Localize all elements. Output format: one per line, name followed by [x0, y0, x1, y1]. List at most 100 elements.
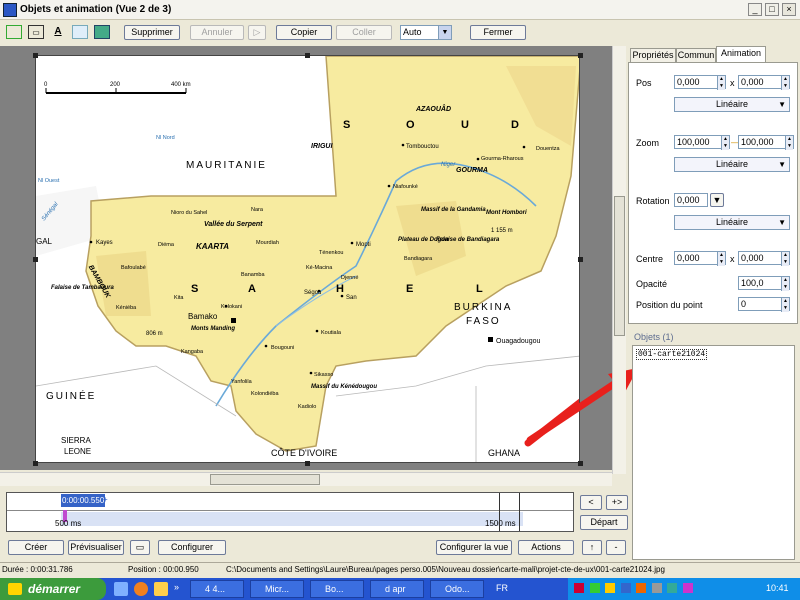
zoom-x-field[interactable]: 100,000 ▲ ▼: [674, 135, 730, 150]
undo-button[interactable]: Annuler: [190, 25, 244, 40]
configure-button[interactable]: Configurer: [158, 540, 226, 555]
spinner-icon[interactable]: ▲ ▼: [781, 277, 789, 291]
quicklaunch-icon[interactable]: [154, 582, 168, 596]
layout-icon[interactable]: ▭: [130, 540, 150, 555]
resize-handle[interactable]: [305, 53, 310, 58]
taskbar-item[interactable]: Odo...: [430, 580, 484, 598]
horizontal-scrollbar[interactable]: [0, 472, 612, 486]
text-tool-icon[interactable]: A: [50, 25, 66, 39]
rotation-interpolation-select[interactable]: Linéaire ▼: [674, 215, 790, 230]
rectangle-tool-icon[interactable]: [72, 25, 88, 39]
tray-icons[interactable]: [574, 583, 724, 595]
pos-x-field[interactable]: 0,000 ▲ ▼: [674, 75, 726, 90]
objects-list[interactable]: 001-carte21024: [632, 345, 795, 560]
taskbar-item[interactable]: Micr...: [250, 580, 304, 598]
map-label-yanfolila: Yanfolila: [231, 379, 253, 385]
tray-app-icon[interactable]: [636, 583, 647, 593]
actions-button[interactable]: Actions: [518, 540, 574, 555]
timeline-track[interactable]: [61, 512, 523, 526]
resize-handle[interactable]: [578, 257, 583, 262]
centre-y-field[interactable]: 0,000 ▲ ▼: [738, 251, 790, 266]
point-position-field[interactable]: 0 ▲ ▼: [738, 297, 790, 312]
minimize-button[interactable]: _: [748, 3, 762, 16]
tray-app-icon[interactable]: [589, 583, 600, 593]
paste-button[interactable]: Coller: [336, 25, 392, 40]
spinner-icon[interactable]: ▲ ▼: [721, 136, 729, 150]
tab-animation[interactable]: Animation: [716, 46, 766, 63]
tray-app-icon[interactable]: [605, 583, 616, 593]
spinner-icon[interactable]: ▲ ▼: [785, 136, 793, 150]
tray-app-icon[interactable]: [574, 583, 584, 593]
pos-interpolation-select[interactable]: Linéaire ▼: [674, 97, 790, 112]
tray-app-icon[interactable]: [667, 583, 678, 593]
zoom-interpolation-select[interactable]: Linéaire ▼: [674, 157, 790, 172]
configure-view-button[interactable]: Configurer la vue: [436, 540, 512, 555]
resize-handle[interactable]: [33, 461, 38, 466]
image-tool-icon[interactable]: ▭: [28, 25, 44, 39]
map-image[interactable]: 0 200 400 km MAURITANIE IRIGUI AZAOUÂD S…: [35, 55, 580, 463]
select-tool-icon[interactable]: [6, 25, 22, 39]
timeline[interactable]: 0:00:00.550 + 500 ms 1500 ms: [6, 492, 574, 532]
zoom-y-field[interactable]: 100,000 ▲ ▼: [738, 135, 794, 150]
resize-handle[interactable]: [33, 53, 38, 58]
map-label-kangaba: Kangaba: [181, 349, 204, 355]
spinner-icon[interactable]: ▲ ▼: [717, 252, 725, 266]
picture-tool-icon[interactable]: [94, 25, 110, 39]
tab-commun[interactable]: Commun: [676, 48, 716, 62]
timeline-back-button[interactable]: <: [580, 495, 602, 510]
close-view-button[interactable]: Fermer: [470, 25, 526, 40]
delete-button[interactable]: Supprimer: [124, 25, 180, 40]
timeline-start-time[interactable]: 0:00:00.550: [61, 494, 106, 507]
chevron-down-icon[interactable]: ▼: [710, 193, 724, 207]
objects-header: Objets (1): [634, 332, 674, 342]
copy-button[interactable]: Copier: [276, 25, 332, 40]
scrollbar-thumb[interactable]: [614, 196, 625, 336]
x-separator: x: [730, 254, 735, 264]
taskbar-item[interactable]: d apr: [370, 580, 424, 598]
list-item[interactable]: 001-carte21024: [636, 349, 708, 360]
spinner-icon[interactable]: ▲ ▼: [717, 76, 725, 90]
timeline-forward-button[interactable]: +>: [606, 495, 628, 510]
opacity-field[interactable]: 100,0 ▲ ▼: [738, 276, 790, 291]
map-label-falaise-tambaoura: Falaise de Tambaoura: [51, 285, 114, 291]
zoom-select[interactable]: Auto ▼: [400, 25, 452, 40]
spinner-icon[interactable]: ▲ ▼: [781, 252, 789, 266]
zoom-y-value: 100,000: [741, 137, 774, 147]
move-up-button[interactable]: ↑: [582, 540, 602, 555]
map-label-vallee-serpent: Vallée du Serpent: [204, 221, 263, 228]
resize-handle[interactable]: [33, 257, 38, 262]
centre-label: Centre: [636, 254, 664, 264]
tray-app-icon[interactable]: [620, 583, 631, 593]
move-down-button[interactable]: -: [606, 540, 626, 555]
maximize-button[interactable]: □: [765, 3, 779, 16]
close-button[interactable]: ×: [782, 3, 796, 16]
quicklaunch-expand-icon[interactable]: »: [174, 582, 184, 596]
spinner-icon[interactable]: ▲ ▼: [781, 298, 789, 312]
preview-button[interactable]: Prévisualiser: [68, 540, 124, 555]
language-indicator[interactable]: FR: [496, 583, 508, 593]
pos-y-field[interactable]: 0,000 ▲ ▼: [738, 75, 790, 90]
taskbar-item[interactable]: 4 4...: [190, 580, 244, 598]
depart-button[interactable]: Départ: [580, 515, 628, 530]
tray-app-icon[interactable]: [682, 583, 693, 593]
tray-app-icon[interactable]: [651, 583, 662, 593]
timeline-left-marker: 500 ms: [55, 519, 82, 528]
quicklaunch-icon[interactable]: [114, 582, 128, 596]
scrollbar-thumb[interactable]: [210, 474, 320, 485]
resize-handle[interactable]: [305, 461, 310, 466]
tab-proprietes[interactable]: Propriétés: [630, 48, 676, 62]
map-label-djenne: Djenné: [341, 275, 358, 281]
vertical-scrollbar[interactable]: [612, 46, 626, 474]
map-label-azaouad: AZAOUÂD: [415, 104, 451, 113]
resize-handle[interactable]: [578, 461, 583, 466]
timeline-plus[interactable]: +: [103, 495, 108, 504]
resize-handle[interactable]: [578, 53, 583, 58]
spinner-icon[interactable]: ▲ ▼: [781, 76, 789, 90]
create-button[interactable]: Créer: [8, 540, 64, 555]
taskbar-item[interactable]: Bo...: [310, 580, 364, 598]
centre-x-field[interactable]: 0,000 ▲ ▼: [674, 251, 726, 266]
redo-button[interactable]: ▷: [248, 25, 266, 40]
rotation-field[interactable]: 0,000: [674, 193, 708, 207]
quicklaunch-icon[interactable]: [134, 582, 148, 596]
map-label-monts-manding: Monts Manding: [191, 326, 235, 332]
